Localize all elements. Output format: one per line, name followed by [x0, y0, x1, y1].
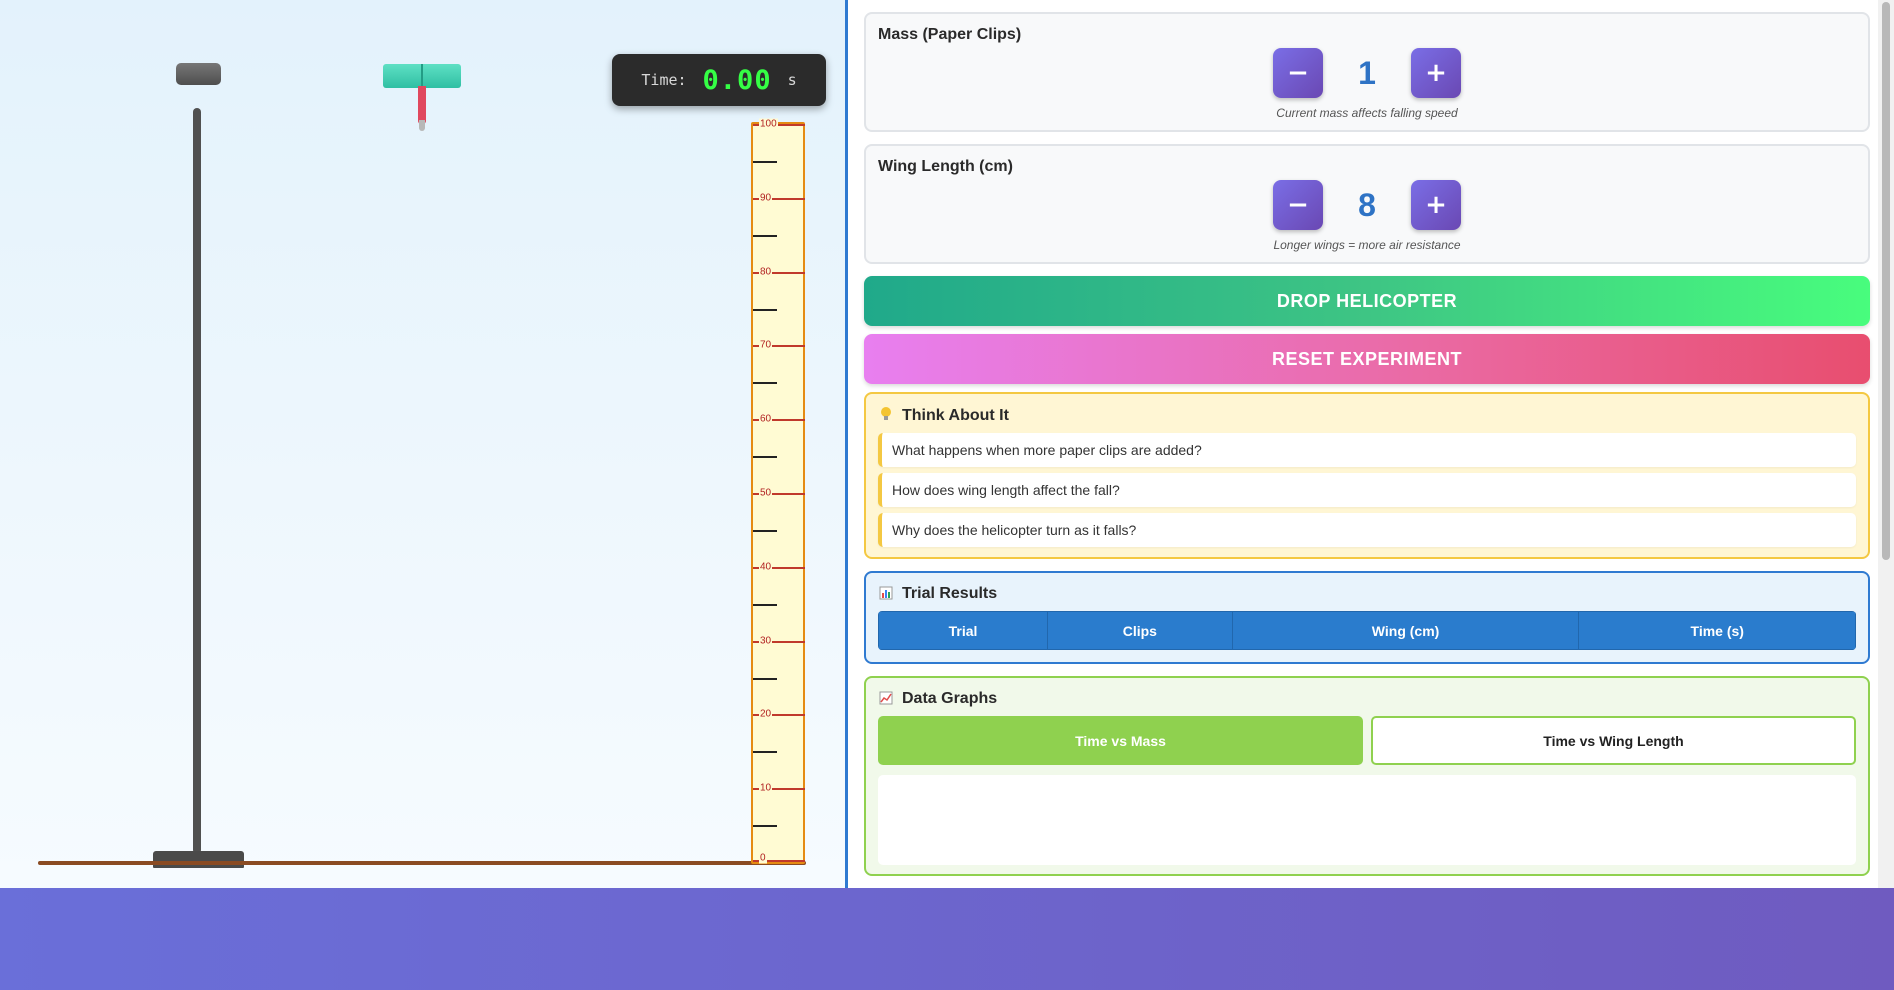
wing-decrease-button[interactable]: − [1273, 180, 1323, 230]
ruler-minor-tick [753, 604, 777, 606]
timer-label: Time: [641, 71, 687, 89]
drop-helicopter-button[interactable]: DROP HELICOPTER [864, 276, 1870, 326]
ruler-label: 20 [759, 708, 773, 720]
results-title: Trial Results [902, 585, 998, 602]
ruler-minor-tick [753, 309, 777, 311]
ruler-label: 80 [759, 266, 773, 278]
wing-hint: Longer wings = more air resistance [1273, 238, 1461, 252]
col-clips: Clips [1047, 611, 1233, 650]
mass-stepper: − 1 + [878, 48, 1856, 98]
results-header-row: Trial Clips Wing (cm) Time (s) [878, 611, 1856, 650]
app-root: Time: 0.00 s 100 90 80 70 60 50 40 30 20 10 0 Mass… [0, 0, 1894, 888]
ruler-label: 30 [759, 635, 773, 647]
ruler-label: 10 [759, 782, 773, 794]
ruler-minor-tick [753, 825, 777, 827]
graph-tabs: Time vs Mass Time vs Wing Length [878, 716, 1856, 765]
ground-line [38, 861, 806, 865]
results-table: Trial Clips Wing (cm) Time (s) [878, 611, 1856, 650]
mass-control: Mass (Paper Clips) − 1 + Current mass af… [864, 12, 1870, 132]
mass-value: 1 [1358, 54, 1376, 91]
tab-time-vs-mass[interactable]: Time vs Mass [878, 716, 1363, 765]
ruler-label: 100 [759, 118, 778, 130]
helicopter-wings [383, 64, 461, 88]
think-about-it-panel: Think About It What happens when more pa… [864, 392, 1870, 559]
drop-stand-pole [193, 108, 201, 854]
scrollbar-thumb[interactable] [1882, 2, 1890, 560]
col-wing: Wing (cm) [1231, 611, 1580, 650]
mass-hint: Current mass affects falling speed [1276, 106, 1458, 120]
data-graphs-panel: Data Graphs Time vs Mass Time vs Wing Le… [864, 676, 1870, 876]
results-header: Trial Results [878, 585, 1856, 603]
graphs-title: Data Graphs [902, 690, 998, 707]
ruler-label: 60 [759, 413, 773, 425]
ruler-minor-tick [753, 235, 777, 237]
drop-stand-base [153, 851, 244, 868]
ruler-label: 50 [759, 487, 773, 499]
control-panel: Mass (Paper Clips) − 1 + Current mass af… [848, 0, 1894, 888]
panel-scrollbar[interactable] [1878, 0, 1894, 888]
question-item: How does wing length affect the fall? [878, 473, 1856, 507]
wing-stepper: − 8 + [878, 180, 1856, 230]
height-ruler: 100 90 80 70 60 50 40 30 20 10 0 [751, 118, 805, 864]
ruler-minor-tick [753, 456, 777, 458]
release-clamp [176, 63, 221, 85]
ruler-minor-tick [753, 530, 777, 532]
paper-clip [419, 120, 425, 131]
simulation-area: Time: 0.00 s 100 90 80 70 60 50 40 30 20 10 0 [0, 0, 848, 888]
mass-decrease-button[interactable]: − [1273, 48, 1323, 98]
helicopter-body [418, 86, 426, 124]
graphs-header: Data Graphs [878, 690, 1856, 708]
ruler-label: 40 [759, 561, 773, 573]
ruler-minor-tick [753, 161, 777, 163]
line-chart-icon [878, 691, 894, 708]
lightbulb-icon [878, 406, 894, 425]
wing-control: Wing Length (cm) − 8 + Longer wings = mo… [864, 144, 1870, 264]
ruler-minor-tick [753, 678, 777, 680]
ruler-minor-tick [753, 382, 777, 384]
question-item: Why does the helicopter turn as it falls… [878, 513, 1856, 547]
think-title: Think About It [902, 406, 1009, 424]
timer-display: Time: 0.00 s [612, 54, 826, 106]
wing-title: Wing Length (cm) [878, 158, 1013, 175]
graph-canvas [878, 775, 1856, 865]
question-item: What happens when more paper clips are a… [878, 433, 1856, 467]
wing-value: 8 [1358, 186, 1376, 223]
ruler-minor-tick [753, 751, 777, 753]
timer-unit: s [787, 71, 797, 89]
col-trial: Trial [878, 611, 1049, 650]
mass-increase-button[interactable]: + [1411, 48, 1461, 98]
trial-results-panel: Trial Results Trial Clips Wing (cm) Time… [864, 571, 1870, 664]
think-header: Think About It [878, 406, 1856, 425]
ruler-label: 70 [759, 339, 773, 351]
ruler-label: 0 [759, 852, 767, 864]
tab-time-vs-wing-length[interactable]: Time vs Wing Length [1371, 716, 1856, 765]
ruler-label: 90 [759, 192, 773, 204]
mass-title: Mass (Paper Clips) [878, 26, 1022, 43]
reset-experiment-button[interactable]: RESET EXPERIMENT [864, 334, 1870, 384]
wing-increase-button[interactable]: + [1411, 180, 1461, 230]
bar-chart-icon [878, 586, 894, 603]
col-time: Time (s) [1578, 611, 1856, 650]
timer-value: 0.00 [702, 64, 772, 96]
